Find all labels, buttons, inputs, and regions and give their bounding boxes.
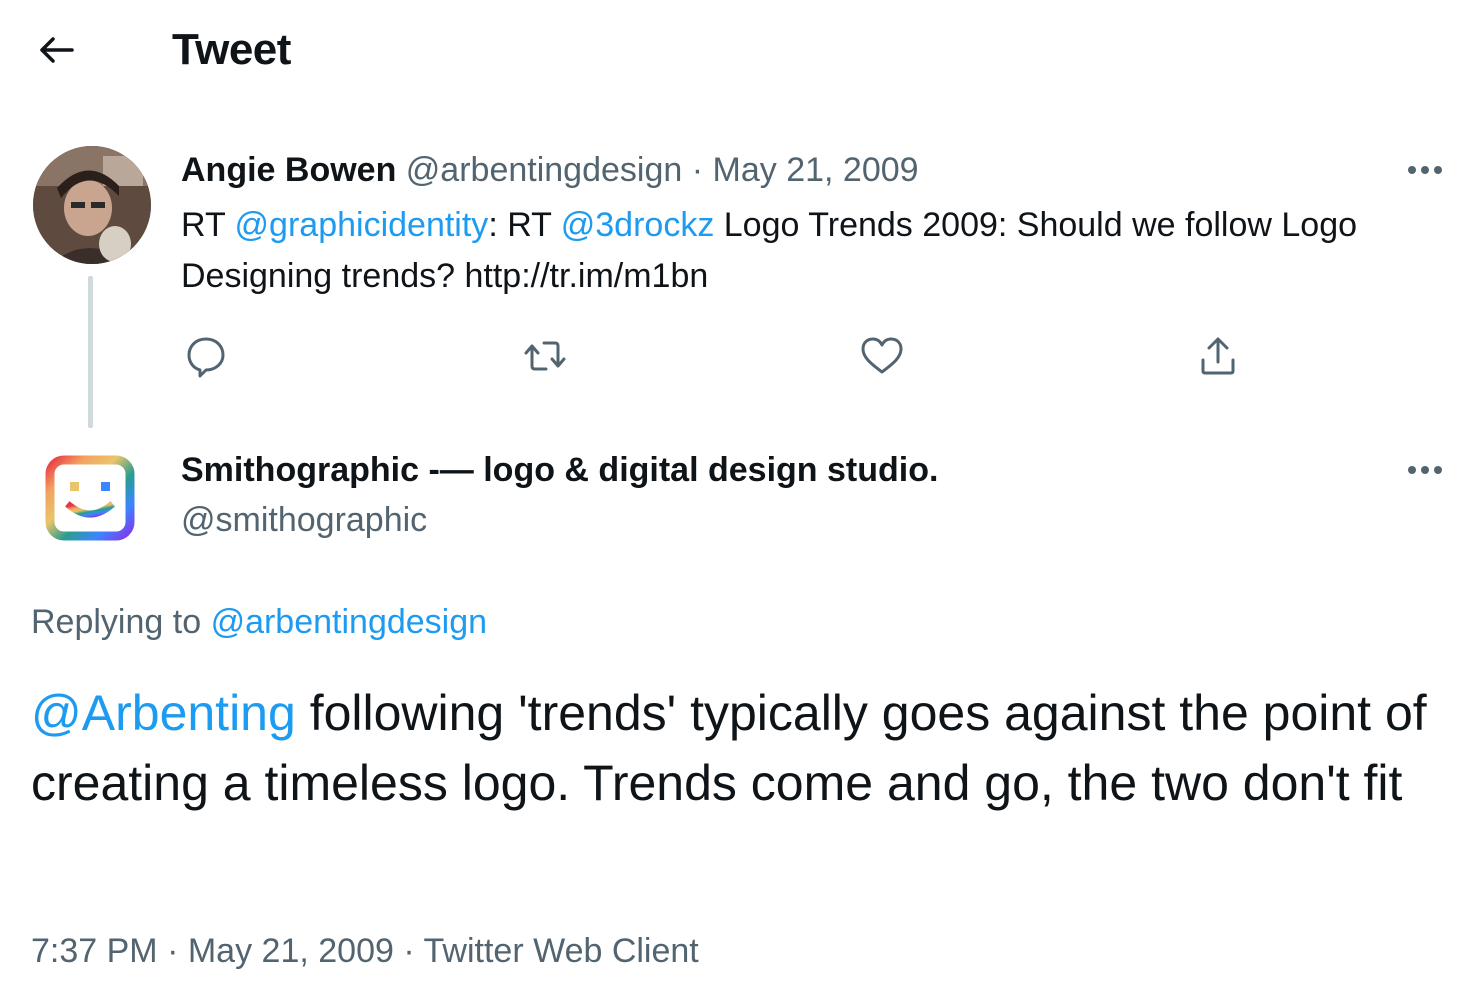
share-icon (1201, 337, 1235, 375)
tweet-date[interactable]: May 21, 2009 (188, 932, 394, 970)
author-handle[interactable]: @arbentingdesign (406, 151, 682, 189)
more-options-button[interactable] (1400, 150, 1450, 190)
text-segment: RT (181, 206, 235, 244)
more-icon (1408, 166, 1442, 174)
meta-separator: · (167, 932, 179, 970)
retweet-icon (524, 341, 566, 371)
reply-button[interactable] (180, 330, 232, 382)
meta-separator: · (403, 932, 415, 970)
back-arrow-icon (40, 37, 74, 63)
avatar[interactable] (40, 448, 140, 548)
profile-photo (33, 146, 151, 264)
author-name[interactable]: Smithographic -— logo & digital design s… (181, 446, 938, 494)
replying-label: Replying to (31, 603, 202, 641)
more-options-button[interactable] (1400, 450, 1450, 490)
tweet-text: @Arbenting following 'trends' typically … (31, 678, 1451, 818)
mention-link[interactable]: @Arbenting (31, 685, 296, 741)
smiley-logo-icon (45, 455, 135, 541)
tweet-source: Twitter Web Client (423, 932, 699, 970)
replying-to: Replying to @arbentingdesign (31, 598, 487, 646)
like-button[interactable] (856, 330, 908, 382)
author-name[interactable]: Angie Bowen (181, 151, 396, 189)
tweet-text: RT @graphicidentity: RT @3drockz Logo Tr… (181, 200, 1421, 302)
share-button[interactable] (1192, 330, 1244, 382)
tweet-date[interactable]: May 21, 2009 (713, 151, 919, 189)
back-button[interactable] (30, 24, 82, 76)
tweet-meta: 7:37 PM · May 21, 2009 · Twitter Web Cli… (31, 926, 699, 976)
text-segment: : RT (488, 206, 561, 244)
tweet-header: Angie Bowen @arbentingdesign · May 21, 2… (181, 146, 919, 194)
avatar[interactable] (33, 146, 151, 264)
like-icon (861, 337, 903, 374)
meta-separator: · (691, 151, 704, 189)
reply-icon (187, 337, 225, 378)
replying-handle-link[interactable]: @arbentingdesign (211, 603, 487, 641)
author-handle[interactable]: @smithographic (181, 496, 427, 544)
mention-link[interactable]: @3drockz (561, 206, 715, 244)
tweet-time[interactable]: 7:37 PM (31, 932, 158, 970)
more-icon (1408, 466, 1442, 474)
mention-link[interactable]: @graphicidentity (235, 206, 489, 244)
thread-connector (88, 276, 93, 428)
retweet-button[interactable] (519, 330, 571, 382)
page-title: Tweet (172, 25, 291, 74)
